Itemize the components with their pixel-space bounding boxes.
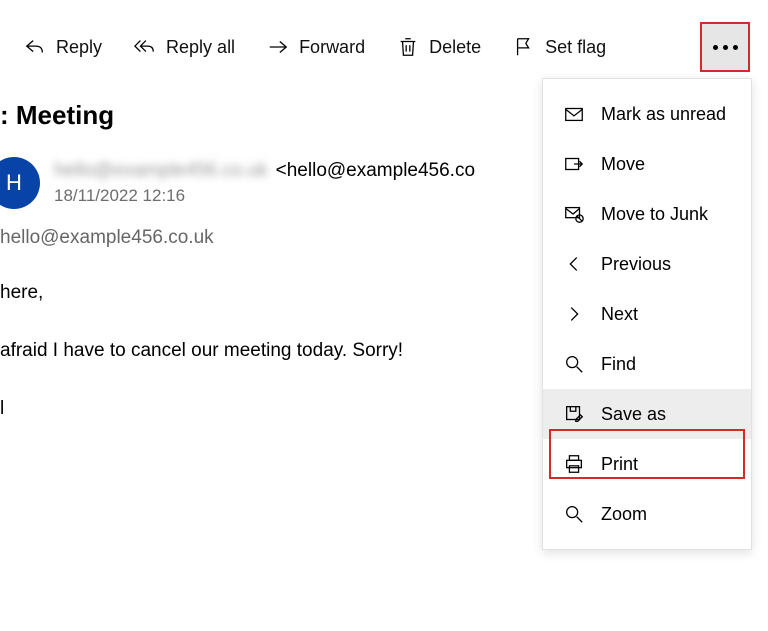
reply-icon	[24, 36, 46, 58]
set-flag-button[interactable]: Set flag	[513, 36, 606, 58]
chevron-right-icon	[563, 303, 585, 325]
menu-print-label: Print	[601, 454, 638, 475]
menu-move-to-junk-label: Move to Junk	[601, 204, 708, 225]
forward-label: Forward	[299, 37, 365, 58]
envelope-icon	[563, 103, 585, 125]
menu-save-as-label: Save as	[601, 404, 666, 425]
delete-button[interactable]: Delete	[397, 36, 481, 58]
trash-icon	[397, 36, 419, 58]
more-actions-button[interactable]	[700, 22, 750, 72]
delete-label: Delete	[429, 37, 481, 58]
sender-name: hello@example456.co.uk	[54, 160, 268, 182]
reply-button[interactable]: Reply	[24, 36, 102, 58]
move-icon	[563, 153, 585, 175]
forward-button[interactable]: Forward	[267, 36, 365, 58]
reply-all-button[interactable]: Reply all	[134, 36, 235, 58]
flag-icon	[513, 36, 535, 58]
menu-previous[interactable]: Previous	[543, 239, 751, 289]
sender-email: <hello@example456.co	[276, 160, 475, 182]
menu-zoom[interactable]: Zoom	[543, 489, 751, 539]
menu-next-label: Next	[601, 304, 638, 325]
save-icon	[563, 403, 585, 425]
menu-find-label: Find	[601, 354, 636, 375]
ellipsis-icon	[713, 45, 738, 50]
menu-find[interactable]: Find	[543, 339, 751, 389]
menu-move[interactable]: Move	[543, 139, 751, 189]
menu-mark-unread[interactable]: Mark as unread	[543, 89, 751, 139]
email-timestamp: 18/11/2022 12:16	[54, 186, 475, 206]
reply-label: Reply	[56, 37, 102, 58]
zoom-icon	[563, 503, 585, 525]
reply-all-icon	[134, 36, 156, 58]
reply-all-label: Reply all	[166, 37, 235, 58]
menu-save-as[interactable]: Save as	[543, 389, 751, 439]
forward-icon	[267, 36, 289, 58]
menu-move-label: Move	[601, 154, 645, 175]
menu-print[interactable]: Print	[543, 439, 751, 489]
menu-zoom-label: Zoom	[601, 504, 647, 525]
menu-move-to-junk[interactable]: Move to Junk	[543, 189, 751, 239]
chevron-left-icon	[563, 253, 585, 275]
junk-icon	[563, 203, 585, 225]
menu-next[interactable]: Next	[543, 289, 751, 339]
menu-previous-label: Previous	[601, 254, 671, 275]
print-icon	[563, 453, 585, 475]
menu-mark-unread-label: Mark as unread	[601, 104, 726, 125]
search-icon	[563, 353, 585, 375]
set-flag-label: Set flag	[545, 37, 606, 58]
more-actions-menu: Mark as unread Move Move to Junk Previou…	[542, 78, 752, 550]
avatar: H	[0, 157, 40, 209]
